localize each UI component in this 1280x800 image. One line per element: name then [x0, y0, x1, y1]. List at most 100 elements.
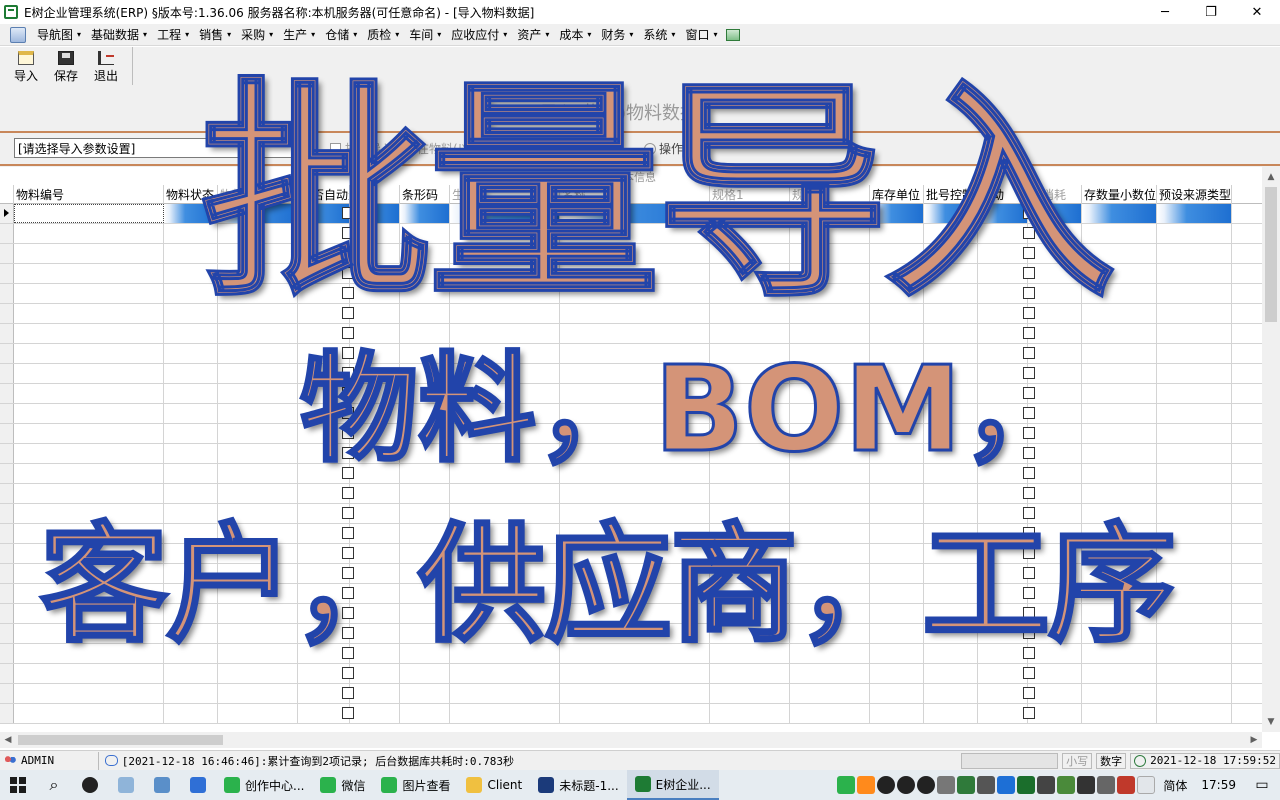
bing-icon[interactable] — [997, 776, 1016, 794]
table-cell[interactable] — [1082, 444, 1157, 463]
table-cell[interactable] — [164, 524, 218, 543]
table-cell[interactable] — [790, 704, 870, 723]
table-cell[interactable] — [560, 224, 710, 243]
table-cell[interactable] — [298, 664, 354, 683]
table-cell[interactable] — [710, 284, 790, 303]
column-header[interactable]: 预设来源类型 — [1157, 185, 1232, 204]
table-row[interactable] — [0, 684, 1262, 704]
table-cell[interactable] — [1082, 324, 1157, 343]
table-cell[interactable] — [870, 444, 924, 463]
table-cell[interactable] — [298, 324, 354, 343]
table-cell[interactable] — [14, 484, 164, 503]
taskbar-clock[interactable]: 17:59 — [1195, 778, 1242, 792]
table-cell[interactable] — [164, 344, 218, 363]
table-cell[interactable] — [1028, 344, 1082, 363]
table-cell[interactable] — [1028, 324, 1082, 343]
table-row[interactable] — [0, 444, 1262, 464]
import-param-select[interactable]: [请选择导入参数设置] — [14, 138, 296, 158]
scroll-right-icon[interactable]: ▶ — [1246, 732, 1262, 748]
table-cell[interactable] — [1028, 704, 1082, 723]
table-cell[interactable] — [164, 384, 218, 403]
row-header[interactable] — [0, 404, 14, 423]
row-header[interactable] — [0, 524, 14, 543]
table-cell[interactable] — [1028, 424, 1082, 443]
table-cell[interactable] — [978, 204, 1035, 223]
table-cell[interactable] — [14, 524, 164, 543]
table-cell[interactable] — [710, 564, 790, 583]
table-cell[interactable] — [870, 284, 924, 303]
import-button[interactable]: 导入 — [6, 47, 46, 87]
table-cell[interactable] — [450, 224, 560, 243]
menu-assets[interactable]: 资产 ▾ — [512, 26, 554, 43]
table-cell[interactable] — [978, 264, 1035, 283]
table-cell[interactable] — [924, 424, 978, 443]
table-cell[interactable] — [164, 684, 218, 703]
table-cell[interactable] — [164, 644, 218, 663]
table-cell[interactable] — [870, 624, 924, 643]
table-cell[interactable] — [1157, 264, 1232, 283]
table-cell[interactable] — [14, 624, 164, 643]
table-cell[interactable] — [450, 464, 560, 483]
menu-purchase[interactable]: 采购 ▾ — [236, 26, 278, 43]
table-cell[interactable] — [350, 344, 400, 363]
table-cell[interactable] — [218, 344, 298, 363]
table-cell[interactable] — [298, 704, 354, 723]
table-cell[interactable] — [164, 304, 218, 323]
table-cell[interactable] — [870, 404, 924, 423]
table-cell[interactable] — [924, 544, 978, 563]
table-row[interactable] — [0, 264, 1262, 284]
table-cell[interactable] — [978, 644, 1035, 663]
row-header[interactable] — [0, 284, 14, 303]
usb-device-icon[interactable] — [1077, 776, 1096, 794]
table-cell[interactable] — [1028, 224, 1082, 243]
column-header[interactable]: 生产商 — [450, 185, 560, 204]
table-row-selected[interactable] — [0, 204, 1262, 224]
table-cell[interactable] — [560, 544, 710, 563]
table-cell[interactable] — [870, 604, 924, 623]
table-cell[interactable] — [298, 584, 354, 603]
menu-warehouse[interactable]: 仓储 ▾ — [320, 26, 362, 43]
table-cell[interactable] — [14, 464, 164, 483]
table-cell[interactable] — [978, 604, 1035, 623]
table-cell[interactable] — [400, 304, 450, 323]
row-header[interactable] — [0, 424, 14, 443]
row-header[interactable] — [0, 564, 14, 583]
row-header[interactable] — [0, 484, 14, 503]
taskbar-task[interactable]: 未标题-1... — [530, 770, 626, 800]
table-cell[interactable] — [1157, 664, 1232, 683]
table-cell[interactable] — [1157, 504, 1232, 523]
table-cell[interactable] — [1028, 564, 1082, 583]
column-header[interactable]: 名称 — [560, 185, 710, 204]
table-cell[interactable] — [1028, 304, 1082, 323]
table-cell[interactable] — [1028, 204, 1082, 223]
table-cell[interactable] — [1028, 464, 1082, 483]
tray-app-icon[interactable] — [857, 776, 876, 794]
table-cell[interactable] — [218, 324, 298, 343]
table-cell[interactable] — [790, 464, 870, 483]
table-cell[interactable] — [870, 384, 924, 403]
table-cell[interactable] — [1157, 384, 1232, 403]
table-cell[interactable] — [790, 584, 870, 603]
table-cell[interactable] — [560, 524, 710, 543]
table-cell[interactable] — [164, 404, 218, 423]
table-cell[interactable] — [870, 424, 924, 443]
table-cell[interactable] — [400, 684, 450, 703]
table-cell[interactable] — [710, 684, 790, 703]
volume-icon[interactable] — [937, 776, 956, 794]
table-cell[interactable] — [14, 304, 164, 323]
table-cell[interactable] — [350, 304, 400, 323]
table-cell[interactable] — [978, 344, 1035, 363]
table-cell[interactable] — [298, 404, 354, 423]
row-header[interactable] — [0, 584, 14, 603]
table-cell[interactable] — [450, 344, 560, 363]
table-cell[interactable] — [1082, 244, 1157, 263]
table-cell[interactable] — [164, 584, 218, 603]
table-cell[interactable] — [924, 444, 978, 463]
table-cell[interactable] — [14, 324, 164, 343]
table-cell[interactable] — [1082, 424, 1157, 443]
table-cell[interactable] — [350, 284, 400, 303]
table-cell[interactable] — [350, 244, 400, 263]
table-cell[interactable] — [164, 564, 218, 583]
table-cell[interactable] — [350, 424, 400, 443]
start-button[interactable] — [0, 770, 36, 800]
